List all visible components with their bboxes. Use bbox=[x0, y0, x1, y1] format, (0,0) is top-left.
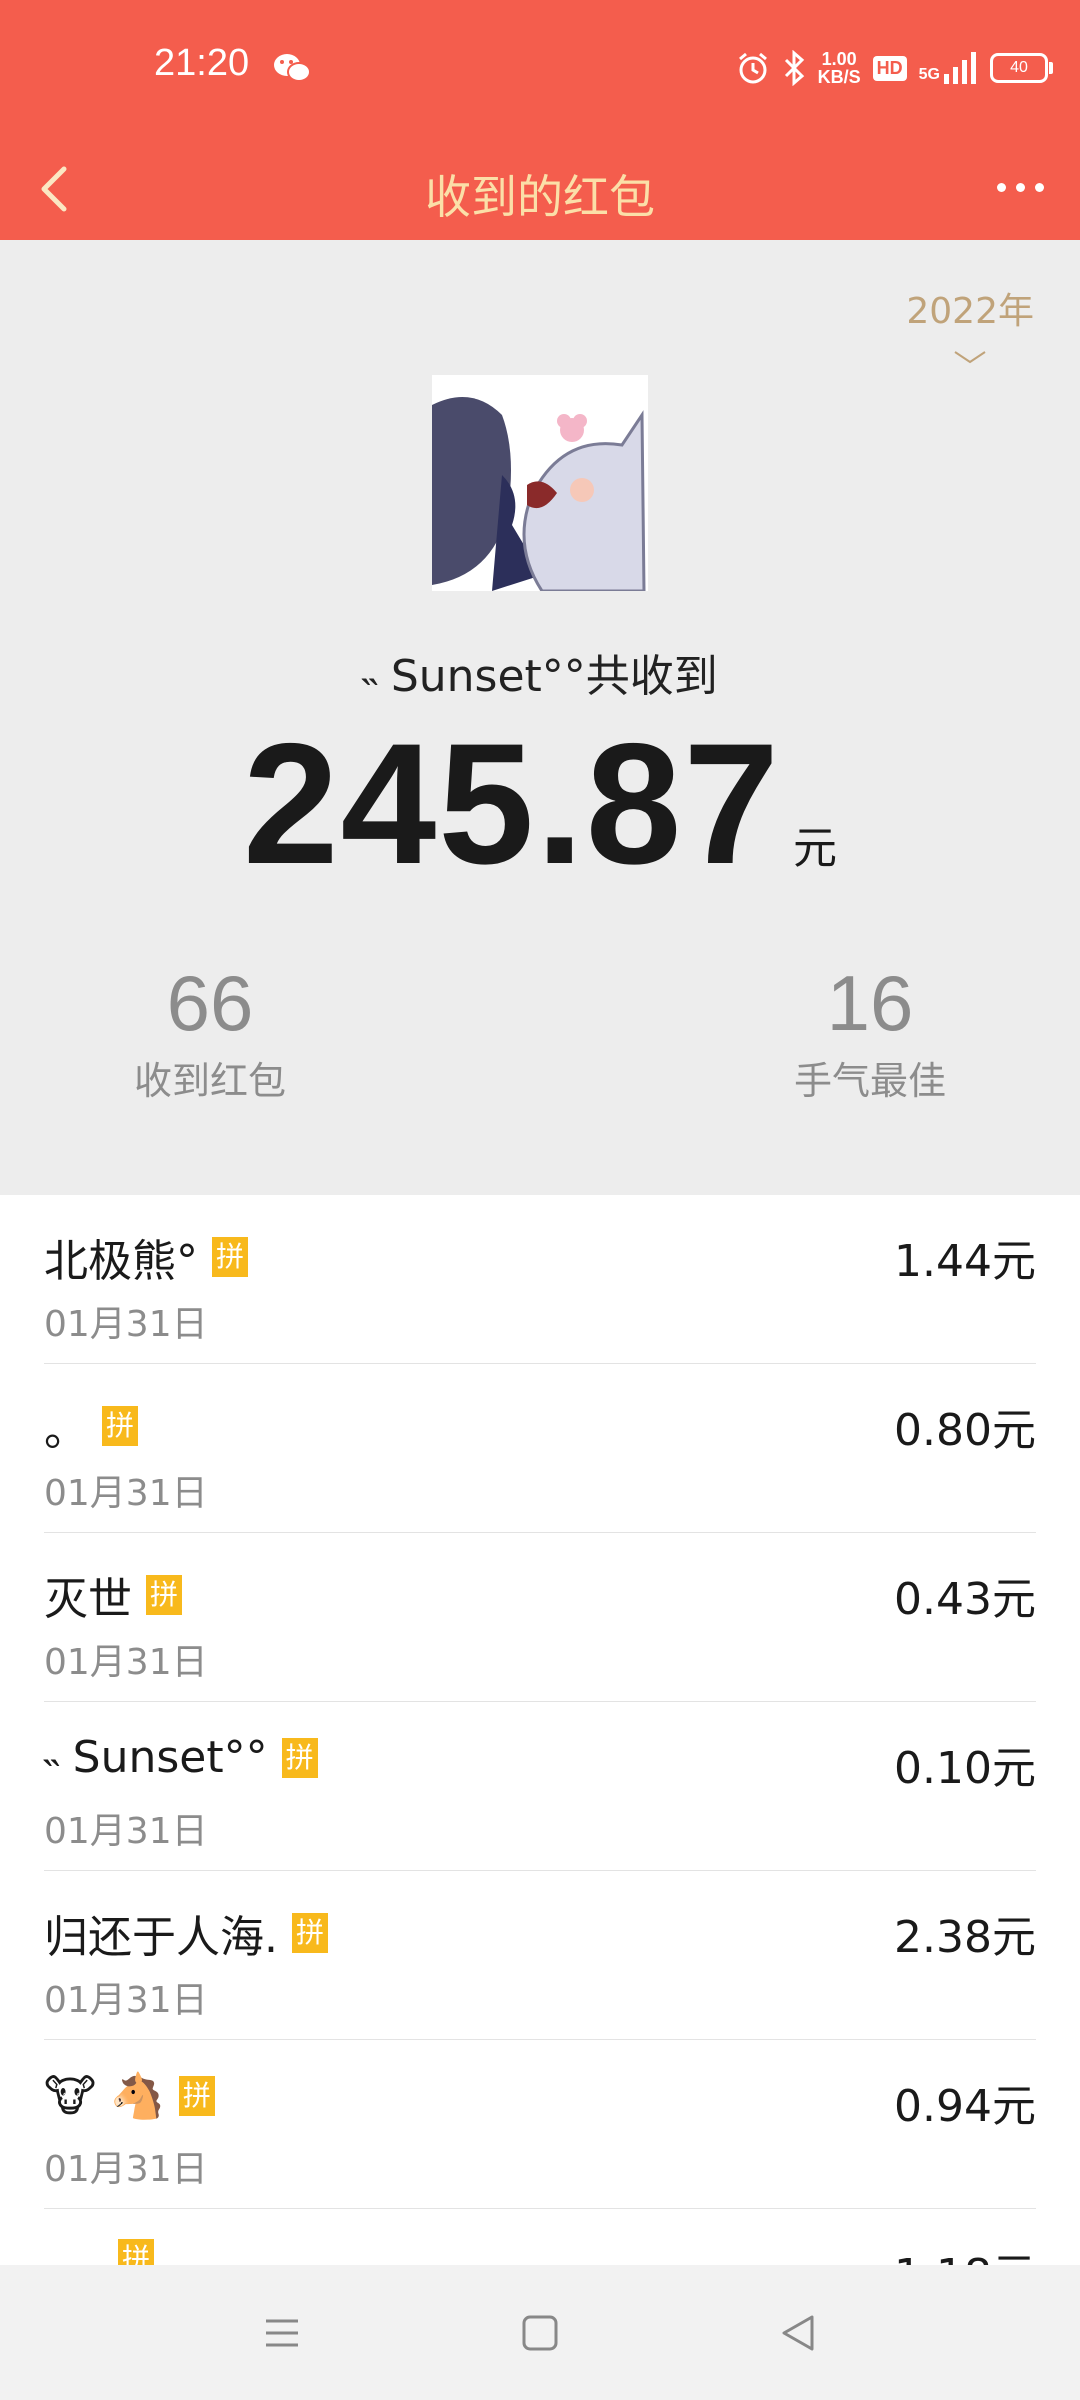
signal-indicator: 5G bbox=[919, 52, 978, 84]
sender-name-line: ˵ Sunset°° 拼 bbox=[44, 1732, 318, 1783]
list-item[interactable]: 🐮 🐴 拼 01月31日 0.94元 bbox=[44, 2040, 1036, 2209]
list-item[interactable]: 北极熊° 拼 01月31日 1.44元 bbox=[44, 1195, 1036, 1364]
group-badge: 拼 bbox=[212, 1237, 249, 1277]
sender-name-line: 灭世 拼 bbox=[44, 1563, 183, 1627]
status-icons: 1.00 KB/S HD 5G 40 bbox=[736, 44, 1053, 92]
list-item[interactable]: 拼 1.18元 bbox=[44, 2209, 1036, 2265]
list-item[interactable]: 归还于人海. 拼 01月31日 2.38元 bbox=[44, 1871, 1036, 2040]
avatar-image bbox=[432, 375, 648, 591]
year-label: 2022年 bbox=[906, 291, 1034, 332]
sender-name-line: 🐮 🐴 拼 bbox=[44, 2070, 215, 2122]
total-amount: 245.87 bbox=[242, 708, 782, 900]
best-luck-count: 16 bbox=[826, 959, 914, 1047]
battery-level: 40 bbox=[1010, 59, 1028, 76]
hd-badge: HD bbox=[872, 55, 907, 81]
more-button[interactable] bbox=[980, 155, 1060, 219]
total-unit: 元 bbox=[793, 823, 838, 874]
group-badge: 拼 bbox=[118, 2239, 155, 2265]
receive-date: 01月31日 bbox=[44, 1811, 208, 1852]
back-nav-button[interactable] bbox=[768, 2309, 828, 2357]
sender-name: 北极熊° bbox=[44, 1236, 198, 1287]
system-nav-bar bbox=[0, 2265, 1080, 2400]
best-luck-stat: 16 手气最佳 bbox=[720, 958, 1020, 1105]
network-speed-unit: KB/S bbox=[817, 67, 861, 87]
bluetooth-icon bbox=[784, 50, 804, 86]
list-item[interactable]: 。 拼 01月31日 0.80元 bbox=[44, 1364, 1036, 1533]
sender-name: ˵ Sunset°° bbox=[44, 1732, 268, 1783]
more-dot-icon bbox=[1034, 182, 1044, 192]
menu-button[interactable] bbox=[252, 2309, 312, 2357]
total-received: 245.87 元 bbox=[0, 705, 1080, 903]
back-triangle-icon bbox=[782, 2315, 814, 2351]
network-type: 5G bbox=[918, 66, 940, 83]
status-bar: 21:20 1.00 KB/S HD 5G 40 bbox=[0, 0, 1080, 135]
receive-date: 01月31日 bbox=[44, 2149, 208, 2190]
sender-name-line: 拼 bbox=[104, 2239, 155, 2265]
red-packet-list: 北极熊° 拼 01月31日 1.44元 。 拼 01月31日 0.80元 灭世 … bbox=[0, 1195, 1080, 2265]
receive-date: 01月31日 bbox=[44, 1642, 208, 1683]
amount: 1.18元 bbox=[894, 2239, 1036, 2265]
group-badge: 拼 bbox=[102, 1406, 139, 1446]
received-count-stat: 66 收到红包 bbox=[60, 958, 360, 1105]
group-badge: 拼 bbox=[281, 1737, 318, 1778]
more-dot-icon bbox=[1015, 182, 1025, 192]
received-label: 收到红包 bbox=[133, 1059, 286, 1103]
nav-bar: 收到的红包 bbox=[0, 135, 1080, 240]
wechat-notification-icon bbox=[274, 54, 311, 82]
page-title: 收到的红包 bbox=[425, 170, 655, 224]
receive-date: 01月31日 bbox=[44, 1473, 208, 1514]
sender-name: 。 bbox=[44, 1405, 88, 1456]
list-item[interactable]: ˵ Sunset°° 拼 01月31日 0.10元 bbox=[44, 1702, 1036, 1871]
amount: 2.38元 bbox=[894, 1912, 1036, 1963]
sender-name-line: 。 拼 bbox=[44, 1394, 139, 1458]
network-speed: 1.00 KB/S bbox=[818, 50, 861, 86]
receiver-line: ˵ Sunset°°共收到 bbox=[362, 651, 718, 702]
group-badge: 拼 bbox=[178, 2076, 215, 2116]
receive-date: 01月31日 bbox=[44, 1980, 208, 2021]
sender-name: 🐮 🐴 bbox=[44, 2071, 165, 2122]
amount: 0.80元 bbox=[894, 1405, 1036, 1456]
received-count: 66 bbox=[166, 959, 254, 1047]
sender-name: 归还于人海. bbox=[44, 1912, 278, 1963]
sender-name-line: 归还于人海. 拼 bbox=[44, 1901, 329, 1965]
amount: 1.44元 bbox=[894, 1236, 1036, 1287]
group-badge: 拼 bbox=[292, 1913, 329, 1953]
chevron-down-icon bbox=[954, 351, 986, 364]
battery-indicator: 40 bbox=[990, 53, 1053, 83]
list-item[interactable]: 灭世 拼 01月31日 0.43元 bbox=[44, 1533, 1036, 1702]
sender-name: 灭世 bbox=[44, 1574, 132, 1625]
sender-name-line: 北极熊° 拼 bbox=[44, 1225, 249, 1289]
more-dot-icon bbox=[996, 182, 1006, 192]
amount: 0.94元 bbox=[894, 2081, 1036, 2132]
year-selector[interactable]: 2022年 bbox=[906, 282, 1034, 366]
menu-icon bbox=[266, 2319, 298, 2347]
home-button[interactable] bbox=[510, 2309, 570, 2357]
network-speed-value: 1.00 bbox=[821, 49, 857, 69]
amount: 0.10元 bbox=[894, 1743, 1036, 1794]
signal-icon bbox=[944, 52, 976, 84]
amount: 0.43元 bbox=[894, 1574, 1036, 1625]
status-time: 21:20 bbox=[154, 42, 250, 84]
receive-date: 01月31日 bbox=[44, 1304, 208, 1345]
summary-panel: 2022年 ˵ Sunset°°共收到 245.87 元 66 收到红包 16 手… bbox=[0, 240, 1080, 1195]
home-square-icon bbox=[522, 2315, 558, 2351]
avatar bbox=[432, 375, 648, 591]
group-badge: 拼 bbox=[146, 1575, 183, 1615]
best-luck-label: 手气最佳 bbox=[793, 1059, 946, 1103]
alarm-icon bbox=[738, 52, 767, 84]
